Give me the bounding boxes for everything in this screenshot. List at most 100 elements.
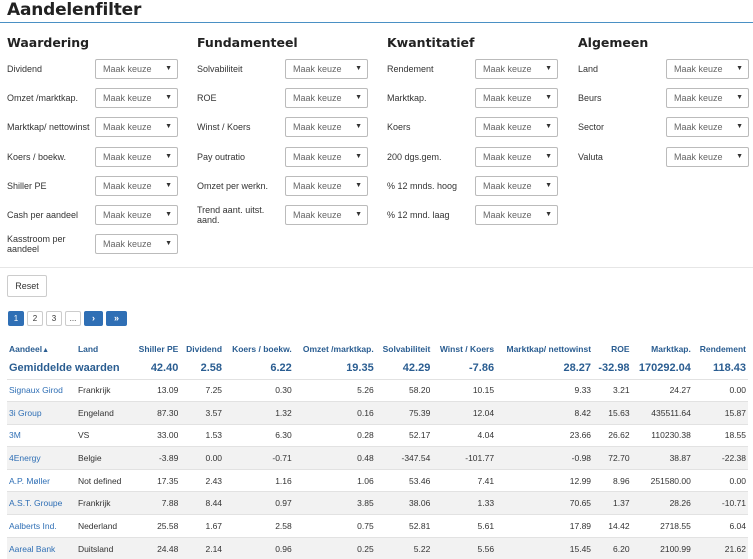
- table-cell: 17.89: [496, 514, 594, 538]
- filter-select[interactable]: Maak keuze ▼: [95, 204, 178, 225]
- filter-label: Omzet per werkn.: [197, 180, 269, 191]
- table-cell: 0.48: [293, 446, 376, 470]
- next-page-icon[interactable]: ›: [84, 311, 103, 326]
- filter-select[interactable]: Maak keuze ▼: [475, 175, 558, 196]
- column-header-label: Dividend: [186, 344, 223, 354]
- filter-select[interactable]: Maak keuze ▼: [285, 175, 368, 196]
- table-cell: 0.28: [293, 423, 376, 447]
- average-cell: 19.35: [346, 361, 374, 374]
- filter-row: % 12 mnds. hoog Maak keuze ▼: [387, 174, 577, 203]
- filter-select[interactable]: Maak keuze ▼: [285, 88, 368, 109]
- table-cell: 21.62: [692, 536, 748, 559]
- column-header[interactable]: Solvabiliteit: [376, 341, 433, 357]
- filter-select[interactable]: Maak keuze ▼: [666, 117, 749, 138]
- filter-select[interactable]: Maak keuze ▼: [95, 175, 178, 196]
- column-header[interactable]: Omzet /marktkap.: [294, 341, 376, 357]
- chevron-down-icon: ▼: [736, 65, 743, 72]
- filter-row: Sector Maak keuze ▼: [578, 115, 753, 144]
- table-cell: 15.45: [496, 536, 594, 559]
- filter-select[interactable]: Maak keuze ▼: [285, 117, 368, 138]
- table-cell: 0.25: [293, 536, 376, 559]
- filter-select[interactable]: Maak keuze ▼: [285, 146, 368, 167]
- filter-label: Trend aant. uitst. aand.: [197, 204, 265, 225]
- chevron-down-icon: ▼: [545, 152, 552, 160]
- filter-select[interactable]: Maak keuze ▼: [285, 59, 368, 79]
- average-cell: 118.43: [712, 361, 746, 374]
- filter-select[interactable]: Maak keuze ▼: [95, 146, 178, 167]
- table-cell: 18.55: [692, 423, 748, 447]
- country-cell: Not defined: [75, 468, 133, 492]
- column-header[interactable]: Winst / Koers: [432, 341, 496, 357]
- filter-label: Beurs: [578, 93, 602, 104]
- country-cell: Frankrijk: [75, 491, 133, 515]
- country-cell: Frankrijk: [75, 378, 133, 402]
- filter-select[interactable]: Maak keuze ▼: [95, 59, 178, 79]
- stock-link[interactable]: 4Energy: [7, 446, 76, 470]
- page-button-2[interactable]: 2: [27, 311, 43, 326]
- filter-select[interactable]: Maak keuze ▼: [666, 146, 749, 167]
- column-header[interactable]: Marktkap/ nettowinst: [496, 341, 593, 357]
- stock-link[interactable]: Aalberts Ind.: [7, 514, 76, 538]
- table-cell: 251580.00: [631, 468, 693, 492]
- filter-label: % 12 mnd. laag: [387, 209, 450, 220]
- filter-select[interactable]: Maak keuze ▼: [666, 88, 749, 109]
- filter-group-heading: Kwantitatief: [387, 35, 475, 50]
- table-cell: 1.32: [224, 401, 294, 425]
- select-placeholder: Maak keuze: [674, 151, 723, 162]
- filter-select[interactable]: Maak keuze ▼: [475, 59, 558, 79]
- filter-row: Omzet per werkn. Maak keuze ▼: [197, 174, 387, 203]
- table-cell: 17.35: [132, 468, 181, 492]
- table-cell: 0.96: [224, 536, 294, 559]
- select-placeholder: Maak keuze: [293, 122, 342, 133]
- average-cell: 2.58: [200, 361, 223, 374]
- filter-select[interactable]: Maak keuze ▼: [666, 59, 749, 79]
- table-cell: 58.20: [375, 378, 433, 402]
- table-row: A.S.T. Groupe Frankrijk 7.88 8.44 0.97 3.85 38…: [7, 491, 748, 515]
- chevron-down-icon: ▼: [736, 152, 743, 160]
- filter-select[interactable]: Maak keuze ▼: [95, 234, 178, 255]
- column-header-label: Omzet /marktkap.: [302, 344, 374, 354]
- stock-link[interactable]: A.S.T. Groupe: [7, 491, 76, 515]
- column-header[interactable]: Rendement: [693, 341, 748, 357]
- page-button-3[interactable]: 3: [46, 311, 62, 326]
- stock-link[interactable]: 3i Group: [7, 401, 76, 425]
- filter-select[interactable]: Maak keuze ▼: [475, 146, 558, 167]
- table-cell: 7.25: [180, 378, 225, 402]
- filter-select[interactable]: Maak keuze ▼: [475, 204, 558, 225]
- filter-select[interactable]: Maak keuze ▼: [475, 88, 558, 109]
- column-header[interactable]: Marktkap.: [632, 341, 693, 357]
- table-cell: 28.26: [631, 491, 693, 515]
- table-cell: 0.16: [293, 401, 376, 425]
- average-cell: -7.86: [469, 361, 495, 374]
- column-header-label: Marktkap.: [651, 344, 691, 354]
- reset-button[interactable]: Reset: [7, 275, 47, 297]
- last-page-icon[interactable]: »: [106, 311, 127, 326]
- column-header[interactable]: ROE: [593, 341, 632, 357]
- filter-label: Winst / Koers: [197, 122, 251, 133]
- table-cell: 13.09: [132, 378, 181, 402]
- column-header[interactable]: Land: [76, 341, 133, 357]
- filter-select[interactable]: Maak keuze ▼: [95, 88, 178, 109]
- filter-select[interactable]: Maak keuze ▼: [285, 204, 368, 225]
- filter-group-heading: Algemeen: [578, 35, 649, 50]
- average-cell: Gemiddelde waarden: [9, 361, 120, 374]
- stock-link[interactable]: A.P. Møller: [7, 468, 76, 492]
- column-header[interactable]: Aandeel▲: [7, 341, 76, 357]
- column-header[interactable]: Dividend: [180, 341, 224, 357]
- filter-label: % 12 mnds. hoog: [387, 180, 458, 191]
- stock-link[interactable]: Aareal Bank: [7, 536, 76, 559]
- stock-link[interactable]: 3M: [7, 423, 76, 447]
- results-table: Aandeel▲ Land Shiller PE Dividend Koers / bo…: [7, 341, 748, 559]
- chevron-down-icon: ▼: [545, 123, 552, 131]
- column-header[interactable]: Koers / boekw.: [224, 341, 294, 357]
- table-cell: 38.06: [375, 491, 433, 515]
- filter-select[interactable]: Maak keuze ▼: [475, 117, 558, 138]
- chevron-down-icon: ▼: [165, 240, 172, 248]
- filter-row: Koers Maak keuze ▼: [387, 115, 577, 144]
- table-cell: 15.87: [692, 401, 748, 425]
- page-button-1[interactable]: 1: [8, 311, 24, 326]
- stock-link[interactable]: Signaux Girod: [7, 378, 76, 402]
- chevron-down-icon: ▼: [355, 210, 362, 218]
- column-header[interactable]: Shiller PE: [133, 341, 181, 357]
- filter-select[interactable]: Maak keuze ▼: [95, 117, 178, 138]
